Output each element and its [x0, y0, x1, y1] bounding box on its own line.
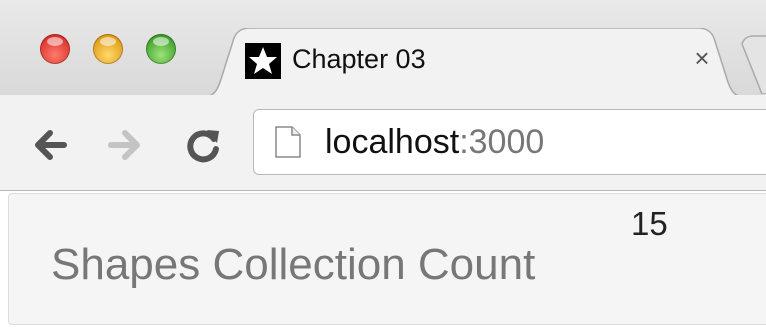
arrow-left-icon[interactable] [30, 125, 70, 165]
reload-icon[interactable] [183, 125, 223, 165]
browser-window: Chapter 03 × localhost:3000 Shapes Colle… [0, 0, 766, 328]
tab-background [200, 28, 748, 98]
count-value: 15 [631, 205, 668, 242]
url-port: :3000 [459, 123, 545, 161]
count-label: Shapes Collection Count [51, 240, 536, 289]
tab-strip: Chapter 03 × [0, 0, 766, 98]
tab-chapter-03[interactable]: Chapter 03 × [200, 28, 748, 98]
url-text: localhost:3000 [325, 123, 544, 162]
page-content: Shapes Collection Count 15 [0, 191, 766, 328]
count-panel: Shapes Collection Count 15 [8, 193, 766, 325]
window-minimize-button[interactable] [93, 34, 123, 64]
browser-toolbar: localhost:3000 [0, 95, 766, 191]
window-maximize-button[interactable] [146, 34, 176, 64]
arrow-right-icon[interactable] [105, 125, 145, 165]
new-tab-button[interactable] [740, 34, 766, 95]
star-icon [245, 43, 281, 79]
window-close-button[interactable] [40, 34, 70, 64]
url-host: localhost [325, 123, 460, 161]
address-bar[interactable]: localhost:3000 [253, 109, 766, 175]
close-icon[interactable]: × [690, 45, 714, 71]
page-icon [274, 125, 302, 159]
tab-title: Chapter 03 [292, 44, 426, 74]
